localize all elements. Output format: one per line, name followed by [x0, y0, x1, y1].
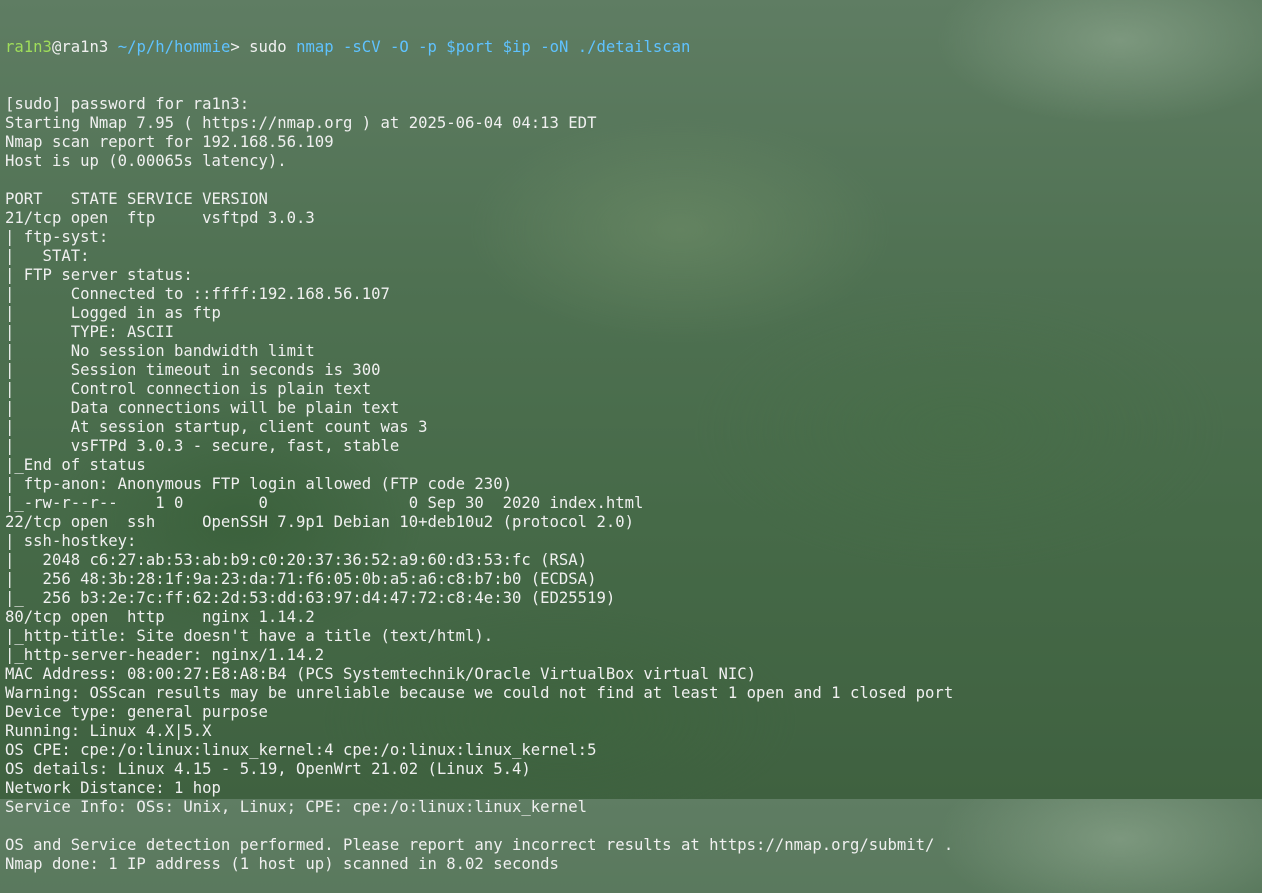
prompt-path: ~/p/h/hommie [117, 38, 231, 56]
output-line: | 256 48:3b:28:1f:9a:23:da:71:f6:05:0b:a… [5, 570, 597, 588]
output-line: Nmap done: 1 IP address (1 host up) scan… [5, 855, 559, 873]
terminal-output: [sudo] password for ra1n3: Starting Nmap … [5, 95, 1262, 874]
output-line: Starting Nmap 7.95 ( https://nmap.org ) … [5, 114, 597, 132]
output-line: | vsFTPd 3.0.3 - secure, fast, stable [5, 437, 400, 455]
output-line: | ftp-anon: Anonymous FTP login allowed … [5, 475, 512, 493]
output-line: 80/tcp open http nginx 1.14.2 [5, 608, 315, 626]
command-args: nmap -sCV -O -p $port $ip -oN ./detailsc… [296, 38, 691, 56]
output-line: |_http-title: Site doesn't have a title … [5, 627, 494, 645]
output-line: OS and Service detection performed. Plea… [5, 836, 954, 854]
output-line: | STAT: [5, 247, 90, 265]
output-line: PORT STATE SERVICE VERSION [5, 190, 268, 208]
output-line: Running: Linux 4.X|5.X [5, 722, 212, 740]
output-line: |_http-server-header: nginx/1.14.2 [5, 646, 325, 664]
output-line: |_-rw-r--r-- 1 0 0 0 Sep 30 2020 index.h… [5, 494, 644, 512]
prompt-user: ra1n3 [5, 38, 52, 56]
output-line: | Connected to ::ffff:192.168.56.107 [5, 285, 390, 303]
output-line: MAC Address: 08:00:27:E8:A8:B4 (PCS Syst… [5, 665, 757, 683]
output-line: 21/tcp open ftp vsftpd 3.0.3 [5, 209, 315, 227]
command-name: sudo [249, 38, 287, 56]
prompt-host: ra1n3 [61, 38, 109, 56]
output-line: Service Info: OSs: Unix, Linux; CPE: cpe… [5, 798, 588, 816]
output-line: 22/tcp open ssh OpenSSH 7.9p1 Debian 10+… [5, 513, 635, 531]
output-line: Nmap scan report for 192.168.56.109 [5, 133, 334, 151]
terminal-window[interactable]: ra1n3@ra1n3 ~/p/h/hommie> sudo nmap -sCV… [0, 0, 1262, 873]
output-line: | No session bandwidth limit [5, 342, 315, 360]
output-line: [sudo] password for ra1n3: [5, 95, 250, 113]
output-line: |_ 256 b3:2e:7c:ff:62:2d:53:dd:63:97:d4:… [5, 589, 616, 607]
output-line: OS details: Linux 4.15 - 5.19, OpenWrt 2… [5, 760, 531, 778]
prompt-symbol: > [230, 38, 240, 56]
output-line: |_End of status [5, 456, 146, 474]
output-line: | At session startup, client count was 3 [5, 418, 428, 436]
output-line: | Data connections will be plain text [5, 399, 400, 417]
output-line: | ftp-syst: [5, 228, 109, 246]
prompt-line: ra1n3@ra1n3 ~/p/h/hommie> sudo nmap -sCV… [5, 38, 1262, 57]
output-line: Network Distance: 1 hop [5, 779, 221, 797]
output-line: Host is up (0.00065s latency). [5, 152, 287, 170]
output-line: | Session timeout in seconds is 300 [5, 361, 381, 379]
output-line: | ssh-hostkey: [5, 532, 137, 550]
output-line: | FTP server status: [5, 266, 193, 284]
output-line: | Logged in as ftp [5, 304, 221, 322]
output-line: | Control connection is plain text [5, 380, 372, 398]
output-line: Device type: general purpose [5, 703, 268, 721]
prompt-at: @ [51, 38, 62, 56]
output-line: Warning: OSScan results may be unreliabl… [5, 684, 954, 702]
output-line: OS CPE: cpe:/o:linux:linux_kernel:4 cpe:… [5, 741, 597, 759]
output-line: | 2048 c6:27:ab:53:ab:b9:c0:20:37:36:52:… [5, 551, 588, 569]
output-line: | TYPE: ASCII [5, 323, 174, 341]
